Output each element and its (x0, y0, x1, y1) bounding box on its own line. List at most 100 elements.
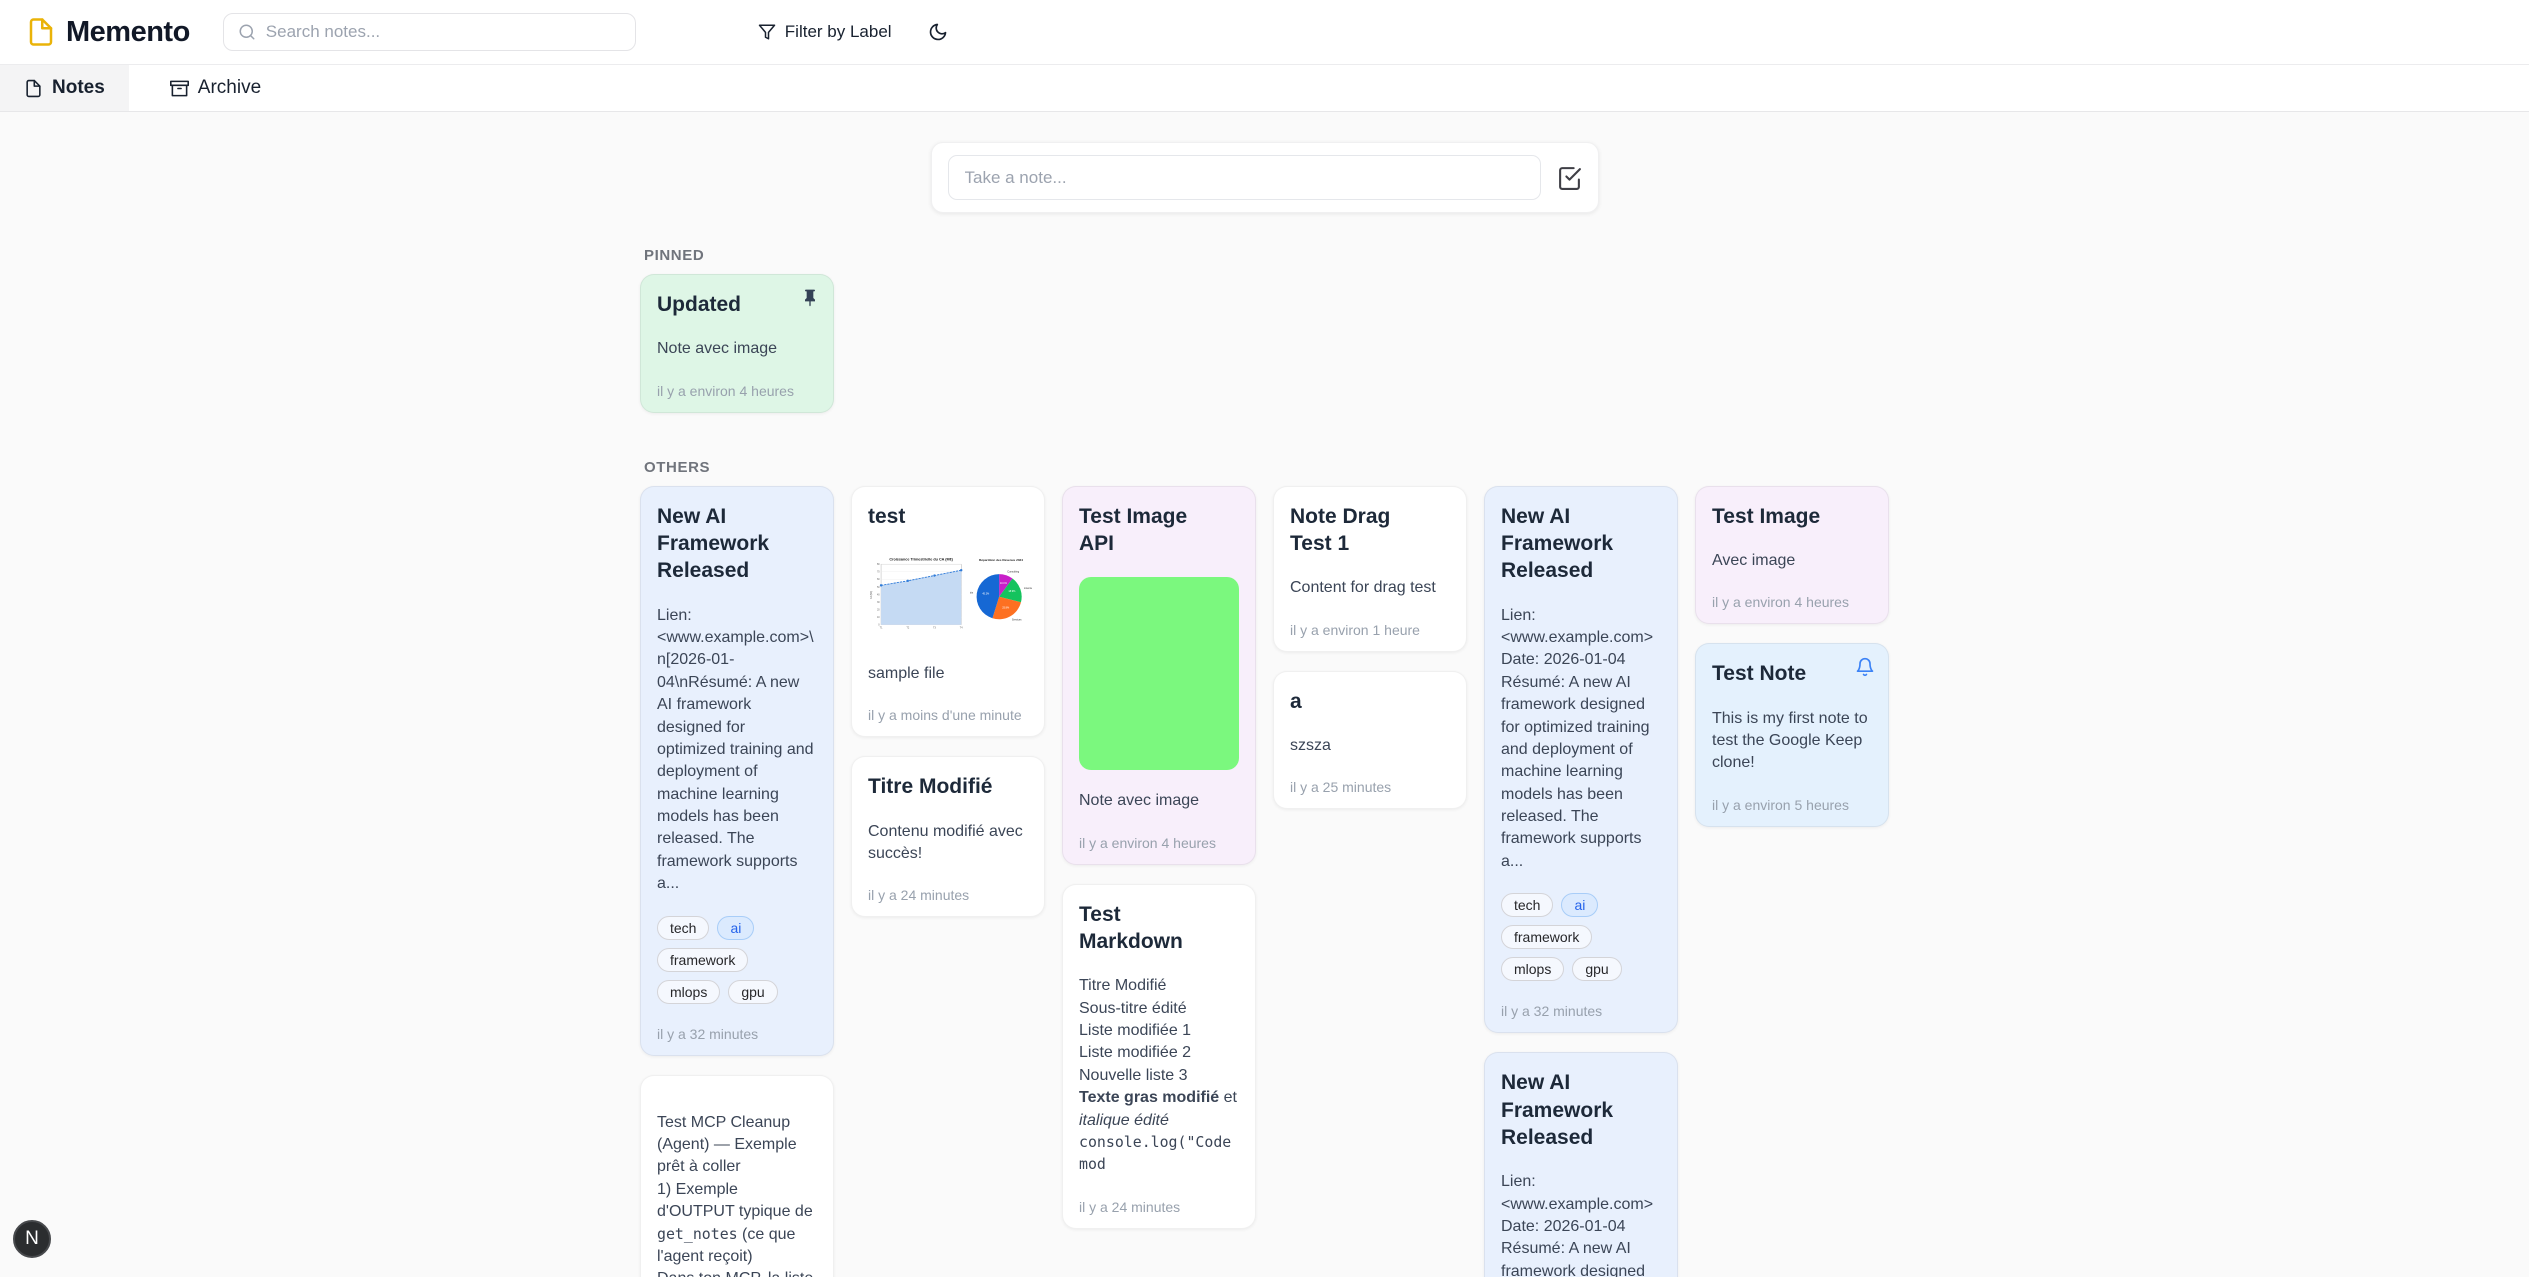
note-card-test-image[interactable]: Test Image Avec image il y a environ 4 heu… (1695, 486, 1889, 625)
note-image-chart-area: Croissance Trimestrielle du CA (M€) CA (M… (868, 550, 964, 643)
note-timestamp: il y a 32 minutes (657, 1026, 817, 1042)
notes-column-4: Note Drag Test 1 Content for drag test il … (1273, 486, 1467, 810)
search-input[interactable] (266, 22, 621, 42)
note-title: test (868, 503, 1028, 530)
note-timestamp: il y a environ 1 heure (1290, 622, 1450, 638)
note-composer (931, 142, 1599, 213)
pin-button[interactable] (800, 288, 820, 311)
note-image-attachments: Croissance Trimestrielle du CA (M€) CA (M… (868, 550, 1028, 643)
note-title: Note Drag Test 1 (1290, 503, 1450, 558)
notes-board: PINNED UpdatedNote avec imageil y a envi… (640, 247, 1889, 1277)
svg-text:Licences: Licences (1024, 587, 1032, 590)
note-timestamp: il y a 25 minutes (1290, 779, 1450, 795)
note-tag-mlops[interactable]: mlops (1501, 957, 1564, 981)
others-section-label: OTHERS (644, 459, 1885, 476)
dark-mode-toggle[interactable] (928, 22, 948, 42)
note-body: Contenu modifié avec succès! (868, 821, 1028, 866)
notes-column-5: New AI Framework ReleasedLien: <www.exam… (1484, 486, 1678, 1277)
note-timestamp: il y a environ 5 heures (1712, 797, 1872, 813)
note-card-new-ai-framework-released[interactable]: New AI Framework ReleasedLien: <www.exam… (1484, 486, 1678, 1034)
note-timestamp: il y a 32 minutes (1501, 1003, 1661, 1019)
note-card-test-markdown[interactable]: Test Markdown Titre Modifié Sous-titre éd… (1062, 884, 1256, 1229)
tab-archive-label: Archive (198, 77, 261, 99)
note-body: Lien: <www.example.com>\n[2026-01-04\nRé… (657, 605, 817, 896)
note-timestamp: il y a environ 4 heures (1079, 835, 1239, 851)
note-card-test-note[interactable]: Test Note This is my first note to test t… (1695, 643, 1889, 826)
note-tag-gpu[interactable]: gpu (728, 980, 777, 1004)
note-body: This is my first note to test the Google… (1712, 708, 1872, 775)
note-card-new-ai-framework-released[interactable]: New AI Framework ReleasedLien: <www.exam… (1484, 1052, 1678, 1277)
filter-by-label-button[interactable]: Filter by Label (758, 22, 892, 42)
note-body: Avec image (1712, 550, 1872, 572)
svg-text:Services: Services (1012, 619, 1022, 622)
notes-column-3: Test Image APINote avec imageil y a envi… (1062, 486, 1256, 1229)
note-tag-ai[interactable]: ai (1561, 893, 1598, 917)
tab-archive[interactable]: Archive (146, 65, 285, 111)
note-body: szsza (1290, 735, 1450, 757)
app-logo: Memento (26, 16, 190, 49)
search-box[interactable] (223, 13, 636, 51)
svg-text:Croissance Trimestrielle du CA: Croissance Trimestrielle du CA (M€) (889, 557, 953, 561)
note-tag-framework[interactable]: framework (1501, 925, 1592, 949)
note-body: Note avec image (1079, 790, 1239, 812)
note-timestamp: il y a environ 4 heures (1712, 594, 1872, 610)
note-card-test[interactable]: testCroissance Trimestrielle du CA (M€)C… (851, 486, 1045, 738)
reminder-bell-icon (1855, 657, 1875, 680)
note-body: Content for drag test (1290, 577, 1450, 599)
check-square-icon (1557, 165, 1582, 190)
pinned-notes-row: UpdatedNote avec imageil y a environ 4 h… (640, 274, 1889, 413)
note-tag-ai[interactable]: ai (717, 916, 754, 940)
note-card-updated[interactable]: UpdatedNote avec imageil y a environ 4 h… (640, 274, 834, 413)
note-tags: techai framework mlops gpu (1501, 893, 1661, 981)
note-body: Titre Modifié Sous-titre édité Liste mod… (1079, 975, 1239, 1177)
note-tag-tech[interactable]: tech (657, 916, 709, 940)
note-logo-icon (26, 17, 56, 47)
filter-by-label-text: Filter by Label (785, 22, 892, 42)
note-card-a[interactable]: a szsza il y a 25 minutes (1273, 671, 1467, 810)
notes-column-6: Test Image Avec image il y a environ 4 heu… (1695, 486, 1889, 827)
svg-text:Consulting: Consulting (1007, 571, 1019, 574)
note-title: Test Image (1712, 503, 1872, 530)
note-body: Note avec image (657, 338, 817, 360)
note-body: Test MCP Cleanup (Agent) — Exemple prêt … (657, 1112, 817, 1277)
note-tag-gpu[interactable]: gpu (1572, 957, 1621, 981)
tab-notes[interactable]: Notes (0, 65, 129, 111)
note-card-new-ai-framework-released[interactable]: New AI Framework Released Lien: <www.exam… (640, 486, 834, 1056)
note-title: New AI Framework Released (657, 503, 817, 585)
note-title: Titre Modifié (868, 773, 1028, 800)
note-card-note-drag-test-1[interactable]: Note Drag Test 1 Content for drag test il … (1273, 486, 1467, 652)
nextjs-dev-badge[interactable]: N (13, 1220, 51, 1258)
pinned-section-label: PINNED (644, 247, 1885, 264)
note-tag-mlops[interactable]: mlops (657, 980, 720, 1004)
svg-text:10.1%: 10.1% (1000, 582, 1008, 585)
notes-column-1: New AI Framework Released Lien: <www.exam… (640, 486, 834, 1277)
svg-text:18.9%: 18.9% (1008, 590, 1016, 593)
search-icon (238, 23, 256, 41)
new-checklist-button[interactable] (1557, 165, 1582, 190)
tab-notes-label: Notes (52, 77, 105, 99)
note-tags: techai framework mlops gpu (657, 916, 817, 1004)
note-title: Test Markdown (1079, 901, 1239, 956)
note-image (1079, 577, 1239, 770)
note-timestamp: il y a environ 4 heures (657, 383, 817, 399)
note-body: sample file (868, 663, 1028, 685)
note-tag-tech[interactable]: tech (1501, 893, 1553, 917)
note-timestamp: il y a 24 minutes (868, 887, 1028, 903)
take-note-input[interactable] (948, 155, 1541, 200)
note-title: Test Note (1712, 660, 1872, 687)
note-card-untitled[interactable]: Test MCP Cleanup (Agent) — Exemple prêt … (640, 1075, 834, 1277)
note-card-titre-modifi[interactable]: Titre Modifié Contenu modifié avec succès… (851, 756, 1045, 917)
note-tag-framework[interactable]: framework (657, 948, 748, 972)
note-title: a (1290, 688, 1450, 715)
app-title: Memento (66, 16, 190, 49)
reminder-button[interactable] (1855, 657, 1875, 680)
svg-text:CA (M€): CA (M€) (870, 591, 873, 599)
note-timestamp: il y a 24 minutes (1079, 1199, 1239, 1215)
tab-bar: Notes Archive (0, 65, 2529, 112)
moon-icon (928, 22, 948, 42)
svg-text:45.2%: 45.2% (982, 593, 990, 596)
note-timestamp: il y a moins d'une minute (868, 707, 1028, 723)
others-notes-grid: New AI Framework Released Lien: <www.exam… (640, 486, 1889, 1277)
pin-icon (800, 288, 820, 311)
note-card-test-image-api[interactable]: Test Image APINote avec imageil y a envi… (1062, 486, 1256, 865)
